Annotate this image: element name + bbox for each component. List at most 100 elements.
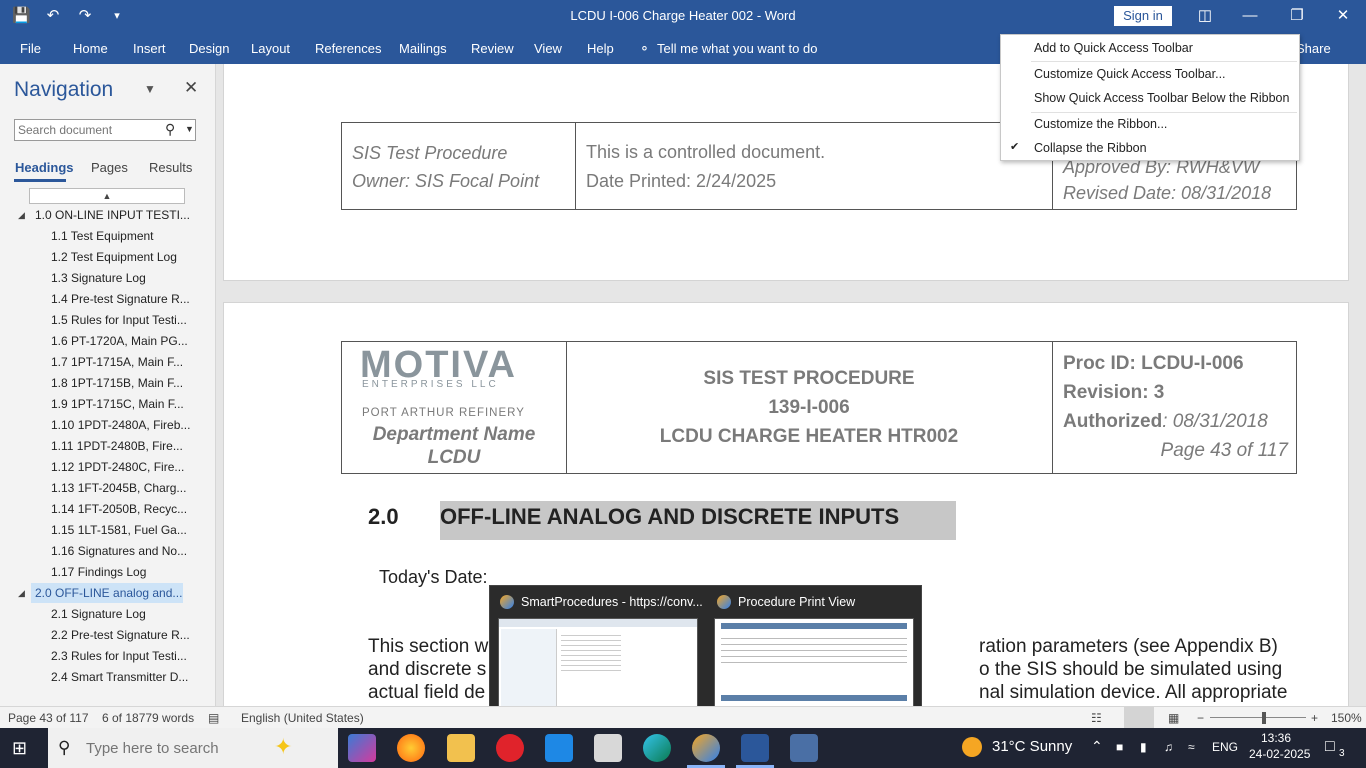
mail-icon[interactable] [545, 734, 573, 762]
heading-item[interactable]: 2.1 Signature Log [51, 604, 191, 624]
opera-icon[interactable] [496, 734, 524, 762]
clock-time[interactable]: 13:36 [1261, 731, 1291, 745]
collapse-all-icon[interactable]: ▲ [29, 188, 185, 204]
heading-item[interactable]: 2.2 Pre-test Signature R... [51, 625, 191, 645]
menu-add-to-qat[interactable]: Add to Quick Access Toolbar [1034, 41, 1193, 55]
heading-item[interactable]: 1.8 1PT-1715B, Main F... [51, 373, 191, 393]
expand-collapse-icon[interactable]: ◢ [18, 588, 25, 599]
zoom-level[interactable]: 150% [1331, 711, 1362, 725]
print-layout-icon[interactable] [1124, 707, 1154, 728]
taskbar-search-input[interactable] [86, 738, 286, 758]
volume-icon[interactable]: ♫ [1164, 740, 1173, 754]
search-options-icon[interactable]: ▼ [185, 124, 194, 134]
preview-title[interactable]: Procedure Print View [738, 595, 855, 609]
weather-icon[interactable] [962, 737, 982, 757]
search-highlights-icon[interactable]: ✦ [274, 734, 292, 760]
search-icon[interactable]: ⚲ [165, 121, 175, 138]
proofing-icon[interactable]: ▤ [208, 711, 219, 725]
zoom-out-icon[interactable]: − [1197, 711, 1204, 725]
word-count[interactable]: 6 of 18779 words [102, 711, 194, 725]
heading-item[interactable]: 1.6 PT-1720A, Main PG... [51, 331, 191, 351]
heading-item[interactable]: 1.5 Rules for Input Testi... [51, 310, 191, 330]
heading-item[interactable]: 1.9 1PT-1715C, Main F... [51, 394, 191, 414]
tab-references[interactable]: References [315, 41, 381, 56]
notifications-icon[interactable]: □ [1325, 738, 1335, 756]
page-count[interactable]: Page 43 of 117 [8, 711, 89, 725]
tab-help[interactable]: Help [587, 41, 614, 56]
heading-item[interactable]: 2.3 Rules for Input Testi... [51, 646, 191, 666]
windows-start-icon[interactable]: ⊞ [12, 738, 27, 759]
word-icon[interactable] [741, 734, 769, 762]
tab-results[interactable]: Results [149, 160, 192, 175]
heading-item[interactable]: 1.2 Test Equipment Log [51, 247, 191, 267]
heading-item[interactable]: 1.13 1FT-2045B, Charg... [51, 478, 191, 498]
search-input[interactable] [18, 122, 158, 138]
heading-item[interactable]: 2.0 OFF-LINE analog and... [31, 583, 183, 603]
edge-icon[interactable] [643, 734, 671, 762]
heading-item[interactable]: 1.0 ON-LINE INPUT TESTI... [35, 205, 190, 225]
firefox-icon[interactable] [397, 734, 425, 762]
share-button[interactable]: Share [1296, 41, 1331, 56]
input-language[interactable]: ENG [1212, 740, 1238, 754]
section-heading[interactable]: OFF-LINE ANALOG AND DISCRETE INPUTS [440, 504, 899, 530]
restore-button[interactable]: ❐ [1282, 4, 1312, 28]
language-indicator[interactable]: English (United States) [241, 711, 364, 725]
chevron-down-icon[interactable]: ▼ [144, 82, 156, 96]
chevron-up-icon[interactable]: ⌃ [1091, 738, 1103, 755]
tab-file[interactable]: File [20, 41, 41, 56]
browser-app-icon[interactable] [692, 734, 720, 762]
undo-icon[interactable]: ↶ [44, 6, 62, 24]
menu-customize-ribbon[interactable]: Customize the Ribbon... [1034, 117, 1167, 131]
zoom-in-icon[interactable]: + [1311, 711, 1318, 725]
close-icon[interactable]: ✕ [184, 78, 198, 98]
weather-text[interactable]: 31°C Sunny [992, 738, 1072, 755]
tab-headings[interactable]: Headings [15, 160, 74, 175]
heading-item[interactable]: 1.16 Signatures and No... [51, 541, 191, 561]
heading-item[interactable]: 1.1 Test Equipment [51, 226, 191, 246]
redo-icon[interactable]: ↷ [76, 6, 94, 24]
tab-insert[interactable]: Insert [133, 41, 166, 56]
zoom-slider[interactable] [1210, 717, 1306, 718]
read-mode-icon[interactable]: ☷ [1091, 711, 1102, 725]
menu-customize-qat[interactable]: Customize Quick Access Toolbar... [1034, 67, 1226, 81]
wifi-icon[interactable]: ≈ [1188, 740, 1195, 754]
app-icon[interactable] [594, 734, 622, 762]
clock-date[interactable]: 24-02-2025 [1249, 747, 1310, 761]
tell-me-box[interactable]: Tell me what you want to do [657, 41, 817, 56]
tab-pages[interactable]: Pages [91, 160, 128, 175]
tab-layout[interactable]: Layout [251, 41, 290, 56]
heading-item[interactable]: 1.12 1PDT-2480C, Fire... [51, 457, 191, 477]
procedure-number: 139-I-006 [768, 397, 850, 418]
minimize-button[interactable]: — [1235, 4, 1265, 28]
close-button[interactable]: ✕ [1328, 4, 1358, 28]
sign-in-button[interactable]: Sign in [1114, 6, 1172, 26]
tab-home[interactable]: Home [73, 41, 108, 56]
tab-view[interactable]: View [534, 41, 562, 56]
menu-collapse-ribbon[interactable]: Collapse the Ribbon [1034, 141, 1147, 155]
web-layout-icon[interactable]: ▦ [1168, 711, 1179, 725]
heading-item[interactable]: 2.4 Smart Transmitter D... [51, 667, 191, 687]
ribbon-display-options-icon[interactable]: ◫ [1190, 4, 1220, 28]
network-icon[interactable]: ■ [1116, 740, 1123, 754]
heading-item[interactable]: 1.11 1PDT-2480B, Fire... [51, 436, 191, 456]
battery-icon[interactable]: ▮ [1140, 740, 1147, 754]
preview-title[interactable]: SmartProcedures - https://conv... [521, 595, 703, 609]
heading-item[interactable]: 1.17 Findings Log [51, 562, 191, 582]
heading-item[interactable]: 1.15 1LT-1581, Fuel Ga... [51, 520, 191, 540]
menu-show-qat-below[interactable]: Show Quick Access Toolbar Below the Ribb… [1034, 91, 1289, 105]
zoom-slider-thumb[interactable] [1262, 712, 1266, 724]
heading-item[interactable]: 1.7 1PT-1715A, Main F... [51, 352, 191, 372]
file-explorer-icon[interactable] [447, 734, 475, 762]
heading-item[interactable]: 1.14 1FT-2050B, Recyc... [51, 499, 191, 519]
heading-item[interactable]: 1.10 1PDT-2480A, Fireb... [51, 415, 191, 435]
copilot-icon[interactable] [348, 734, 376, 762]
expand-collapse-icon[interactable]: ◢ [18, 210, 25, 221]
heading-item[interactable]: 1.3 Signature Log [51, 268, 191, 288]
tab-mailings[interactable]: Mailings [399, 41, 447, 56]
tab-review[interactable]: Review [471, 41, 514, 56]
save-icon[interactable]: 💾 [12, 6, 31, 24]
tab-design[interactable]: Design [189, 41, 229, 56]
app-icon[interactable] [790, 734, 818, 762]
heading-item[interactable]: 1.4 Pre-test Signature R... [51, 289, 191, 309]
customize-qat-icon[interactable]: ▾ [108, 9, 126, 22]
